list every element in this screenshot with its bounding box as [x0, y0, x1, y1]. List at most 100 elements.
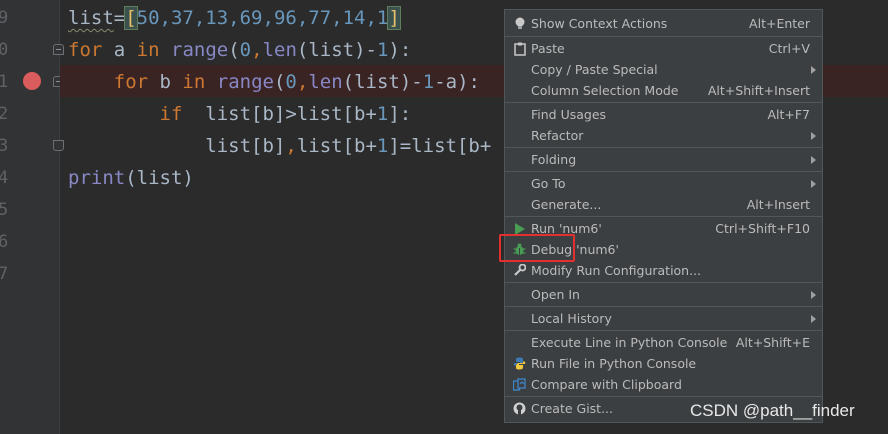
code-token: ( — [228, 39, 240, 61]
line-number: 1 — [0, 72, 9, 92]
code-token: ( — [273, 71, 286, 93]
code-token: range — [171, 39, 229, 61]
code-token: ): — [388, 39, 412, 61]
code-token: 0 — [285, 71, 297, 93]
code-token: len — [308, 71, 343, 93]
menu-item-label: Generate... — [531, 197, 602, 212]
menu-item-refactor[interactable]: Refactor — [505, 125, 822, 146]
submenu-arrow-icon — [811, 291, 816, 299]
menu-item-label: Compare with Clipboard — [531, 377, 682, 392]
code-token: ]: — [388, 103, 412, 125]
code-line-5[interactable]: list[b],list[b+1]=list[b+ — [68, 130, 491, 162]
submenu-arrow-icon — [811, 315, 816, 323]
watermark-text: CSDN @path__finder — [690, 401, 855, 420]
debug-highlight-box — [499, 234, 575, 262]
code-token: list[b] — [205, 135, 286, 157]
code-token: (list)- — [296, 39, 377, 61]
menu-item-label: Folding — [531, 152, 577, 167]
line-number: 6 — [0, 232, 9, 252]
breakpoint-icon[interactable] — [23, 72, 41, 90]
fold-toggle-icon[interactable] — [53, 44, 64, 55]
menu-item-find-usages[interactable]: Find Usages Alt+F7 — [505, 104, 822, 125]
menu-item-label: Copy / Paste Special — [531, 62, 658, 77]
menu-item-label: Refactor — [531, 128, 584, 143]
code-token: for — [113, 71, 149, 93]
code-token: 1 — [376, 135, 389, 157]
menu-item-label: Find Usages — [531, 107, 607, 122]
code-token: in — [182, 71, 206, 93]
menu-item-column-selection-mode[interactable]: Column Selection Mode Alt+Shift+Insert — [505, 80, 822, 101]
code-token: (list)- — [342, 71, 423, 93]
menu-item-modify-run-configuration[interactable]: Modify Run Configuration... — [505, 260, 822, 281]
code-token: in — [136, 39, 160, 61]
menu-item-label: Open In — [531, 287, 580, 302]
submenu-arrow-icon — [811, 132, 816, 140]
code-token: 1 — [376, 39, 389, 61]
menu-item-go-to[interactable]: Go To — [505, 173, 822, 194]
code-token: list[b]>list[b+ — [182, 103, 377, 125]
line-number: 7 — [0, 264, 9, 284]
menu-item-shortcut: Alt+Shift+Insert — [707, 83, 810, 98]
bracket-match: ] — [387, 6, 401, 30]
menu-item-generate[interactable]: Generate... Alt+Insert — [505, 194, 822, 215]
clipboard-icon — [512, 41, 527, 56]
code-token: ]=list[b+ — [388, 135, 492, 157]
submenu-arrow-icon — [811, 156, 816, 164]
menu-separator — [505, 282, 822, 283]
code-token: , — [251, 39, 263, 61]
code-line-2[interactable]: for a in range(0,len(list)-1): — [68, 34, 411, 66]
menu-item-label: Go To — [531, 176, 566, 191]
code-token: len — [262, 39, 297, 61]
menu-separator — [505, 36, 822, 37]
editor-context-menu: Show Context Actions Alt+Enter Paste Ctr… — [504, 9, 823, 423]
code-token: list — [68, 7, 114, 29]
menu-item-folding[interactable]: Folding — [505, 149, 822, 170]
code-token: list[b+ — [296, 135, 377, 157]
menu-separator — [505, 330, 822, 331]
submenu-arrow-icon — [811, 180, 816, 188]
menu-separator — [505, 171, 822, 172]
menu-item-label: Execute Line in Python Console — [531, 335, 728, 350]
code-token: range — [216, 71, 274, 93]
menu-item-local-history[interactable]: Local History — [505, 308, 822, 329]
menu-item-open-in[interactable]: Open In — [505, 284, 822, 305]
menu-separator — [505, 102, 822, 103]
editor-gutter: 9 0 1 2 3 4 5 6 7 — [0, 0, 64, 434]
line-number: 2 — [0, 104, 9, 124]
code-token: for — [68, 39, 103, 61]
wrench-icon — [512, 263, 527, 278]
menu-item-label: Column Selection Mode — [531, 83, 679, 98]
menu-item-compare-with-clipboard[interactable]: Compare with Clipboard — [505, 374, 822, 395]
menu-item-paste[interactable]: Paste Ctrl+V — [505, 38, 822, 59]
submenu-arrow-icon — [811, 66, 816, 74]
menu-item-shortcut: Alt+F7 — [767, 107, 810, 122]
code-line-4[interactable]: if list[b]>list[b+1]: — [68, 98, 412, 130]
menu-item-shortcut: Alt+Insert — [746, 197, 810, 212]
code-line-6[interactable]: print(list) — [68, 162, 194, 194]
menu-item-label: Show Context Actions — [531, 16, 668, 31]
fold-end-icon[interactable] — [53, 140, 64, 151]
menu-item-show-context-actions[interactable]: Show Context Actions Alt+Enter — [505, 13, 822, 34]
code-line-3[interactable]: for b in range(0,len(list)-1-a): — [68, 66, 480, 98]
menu-item-shortcut: Alt+Shift+E — [735, 335, 810, 350]
code-token: (list) — [125, 167, 194, 189]
code-line-1[interactable]: list=[50,37,13,69,96,77,14,1] — [68, 2, 401, 34]
code-token: a — [102, 39, 137, 61]
line-number: 0 — [0, 40, 9, 60]
menu-item-shortcut: Ctrl+Shift+F10 — [715, 221, 810, 236]
menu-item-shortcut: Ctrl+V — [768, 41, 810, 56]
menu-item-label: Modify Run Configuration... — [531, 263, 702, 278]
code-token: -a): — [434, 71, 480, 93]
menu-item-execute-line[interactable]: Execute Line in Python Console Alt+Shift… — [505, 332, 822, 353]
line-number: 3 — [0, 136, 9, 156]
compare-icon — [512, 377, 527, 392]
code-token: = — [113, 7, 126, 29]
menu-item-shortcut: Alt+Enter — [749, 16, 810, 31]
code-token: , — [296, 71, 309, 93]
menu-item-copy-paste-special[interactable]: Copy / Paste Special — [505, 59, 822, 80]
menu-item-run-file-in-console[interactable]: Run File in Python Console — [505, 353, 822, 374]
